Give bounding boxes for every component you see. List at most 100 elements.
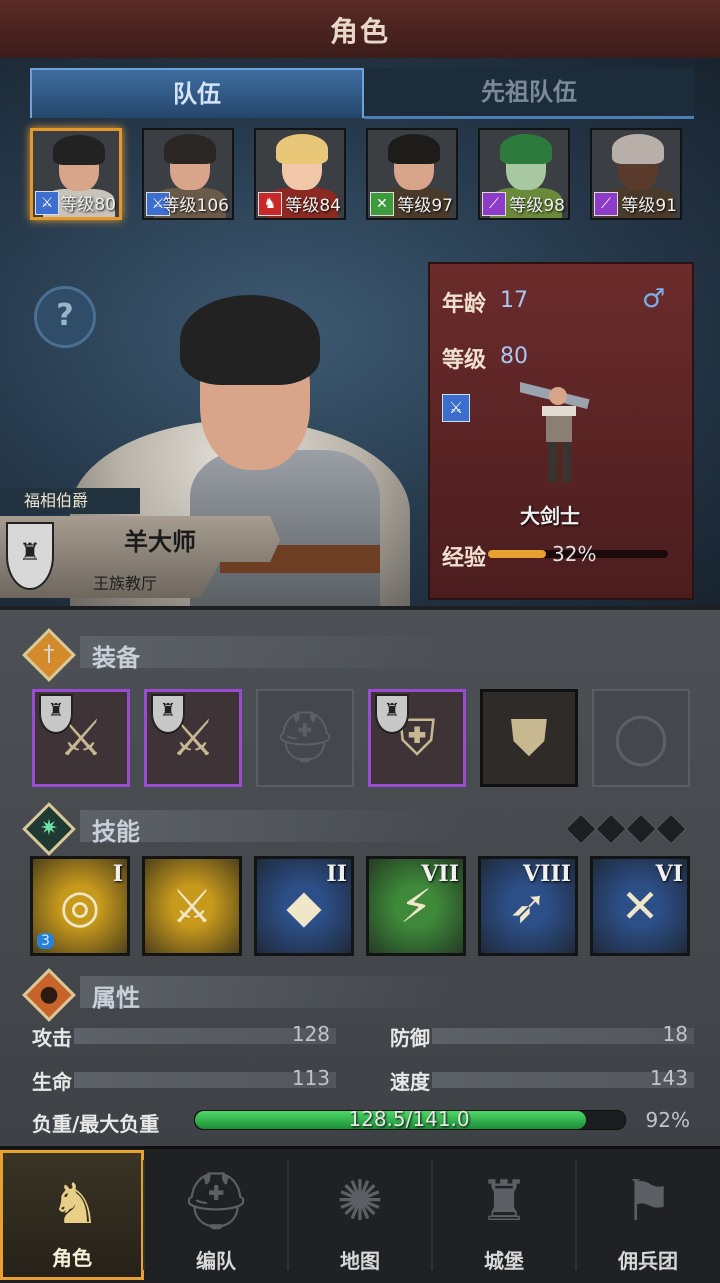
nav-castle[interactable]: ♜ 城堡	[432, 1150, 576, 1280]
portrait-hair	[53, 135, 105, 165]
nav-separator	[143, 1160, 145, 1270]
party-member-level: 等级91	[621, 196, 677, 216]
page-title: 角色	[329, 15, 390, 48]
attack-value: 128	[291, 1022, 330, 1046]
skill-rank: VI	[655, 861, 683, 887]
portrait-hair	[276, 134, 328, 164]
exp-label: 经验	[442, 546, 487, 571]
nav-separator	[431, 1160, 433, 1270]
portrait-hair	[164, 134, 216, 164]
sword-strike-icon: ⚔	[171, 879, 213, 933]
skill-rank: II	[326, 861, 347, 887]
help-icon[interactable]: ?	[34, 286, 96, 348]
castle-crest-icon: ♜	[375, 694, 409, 734]
skill-rank: I	[112, 861, 123, 887]
party-member-level: 等级106	[162, 196, 229, 216]
equipment-slot[interactable]: ⛑	[256, 689, 354, 787]
skill-slot[interactable]: ➶ VIII	[478, 856, 578, 956]
level-label: 等级	[442, 348, 487, 373]
class-name: 大剑士	[520, 504, 580, 528]
ring-icon: ◯	[613, 708, 669, 766]
crystal-icon: ◆	[286, 879, 322, 933]
party-member-portrait[interactable]: ⟋ 等级91	[590, 128, 682, 220]
nav-banner[interactable]: ⚑ 佣兵团	[576, 1150, 720, 1280]
exp-bar-fill	[488, 550, 546, 558]
tab-ancestor-party[interactable]: 先祖队伍	[364, 68, 694, 119]
nav-label: 佣兵团	[618, 1249, 678, 1273]
horse-icon: ♞	[258, 192, 282, 216]
cross-blades-icon: ✕	[620, 879, 660, 933]
speed-value: 143	[649, 1066, 688, 1090]
equipment-slot[interactable]: ⚔ ♜	[32, 689, 130, 787]
weight-percent: 92%	[645, 1108, 690, 1132]
sword-class-icon: ⚔	[442, 394, 470, 422]
helmet-icon: ⛑	[273, 708, 337, 766]
charge-icon: ➶	[508, 879, 548, 933]
portrait-hair	[612, 134, 664, 164]
party-member-level: 等级84	[285, 196, 341, 216]
level-value: 80	[500, 344, 528, 369]
hero-hair	[180, 295, 320, 385]
attributes-heading: 属性	[92, 984, 140, 1012]
header-bar: 角色	[0, 0, 720, 60]
portrait-hair	[388, 134, 440, 164]
party-member-portrait[interactable]: ✕ 等级97	[366, 128, 458, 220]
staff-icon: ⟋	[594, 192, 618, 216]
nav-label: 角色	[52, 1246, 92, 1270]
skill-rank: VII	[421, 861, 459, 887]
nav-knight[interactable]: ♞ 角色	[0, 1150, 144, 1280]
helmet-icon: ⛑	[180, 1169, 252, 1234]
character-name: 羊大师	[124, 528, 196, 556]
skills-heading: 技能	[92, 818, 140, 846]
speed-label: 速度	[390, 1070, 430, 1094]
nav-label: 地图	[340, 1249, 380, 1273]
party-member-portrait[interactable]: ⟋ 等级98	[478, 128, 570, 220]
exp-percent: 32%	[552, 542, 597, 566]
hp-label: 生命	[32, 1070, 72, 1094]
skill-slot[interactable]: ◆ II	[254, 856, 354, 956]
portrait-hair	[500, 134, 552, 164]
male-gender-icon: ♂	[642, 284, 666, 314]
equipment-slot[interactable]: ⚔ ♜	[144, 689, 242, 787]
age-label: 年龄	[442, 292, 487, 317]
whirlwind-icon: ◎	[59, 879, 101, 933]
equipment-slot[interactable]: ⛨ ♜	[368, 689, 466, 787]
knight-icon: ♞	[49, 1172, 101, 1237]
nav-helmet[interactable]: ⛑ 编队	[144, 1150, 288, 1280]
castle-crest-icon: ♜	[39, 694, 73, 734]
skill-slot[interactable]: ⚔	[142, 856, 242, 956]
nav-label: 城堡	[484, 1249, 524, 1273]
party-member-portrait[interactable]: ⚔ 等级106	[142, 128, 234, 220]
equipment-slot[interactable]: ◯	[592, 689, 690, 787]
noble-title: 福相伯爵	[0, 488, 140, 514]
skill-slot[interactable]: ◎ I 3	[30, 856, 130, 956]
nav-compass[interactable]: ✺ 地图	[288, 1150, 432, 1280]
party-member-level: 等级97	[397, 196, 453, 216]
staff-icon: ⟋	[482, 192, 506, 216]
compass-icon: ✺	[336, 1169, 384, 1234]
skill-slot[interactable]: ⚡ VII	[366, 856, 466, 956]
age-value: 17	[500, 288, 528, 313]
hp-value: 113	[291, 1066, 330, 1090]
nav-separator	[575, 1160, 577, 1270]
party-member-level: 等级80	[60, 195, 116, 215]
equipment-slot[interactable]: ⛊	[480, 689, 578, 787]
crossed-swords-icon: ✕	[370, 192, 394, 216]
party-member-level: 等级98	[509, 196, 565, 216]
greatswordsman-figure-icon	[520, 374, 590, 482]
party-member-portrait[interactable]: ⚔ 等级80	[30, 128, 122, 220]
skill-slot[interactable]: ✕ VI	[590, 856, 690, 956]
weight-label: 负重/最大负重	[32, 1112, 160, 1136]
defense-value: 18	[662, 1022, 688, 1046]
boots-icon: ⛊	[510, 709, 548, 767]
defense-label: 防御	[390, 1026, 430, 1050]
castle-crest-icon: ♜	[6, 522, 54, 590]
party-member-portrait[interactable]: ♞ 等级84	[254, 128, 346, 220]
tab-party[interactable]: 队伍	[30, 68, 364, 118]
character-info-card: 年龄 17 ♂ 等级 80 ⚔ 大剑士 经验 32%	[428, 262, 694, 600]
slash-icon: ⚡	[399, 879, 433, 933]
nav-label: 编队	[196, 1249, 236, 1273]
weight-value: 128.5/141.0	[348, 1107, 470, 1131]
banner-icon: ⚑	[622, 1169, 674, 1234]
sword-icon: ⚔	[35, 191, 59, 215]
